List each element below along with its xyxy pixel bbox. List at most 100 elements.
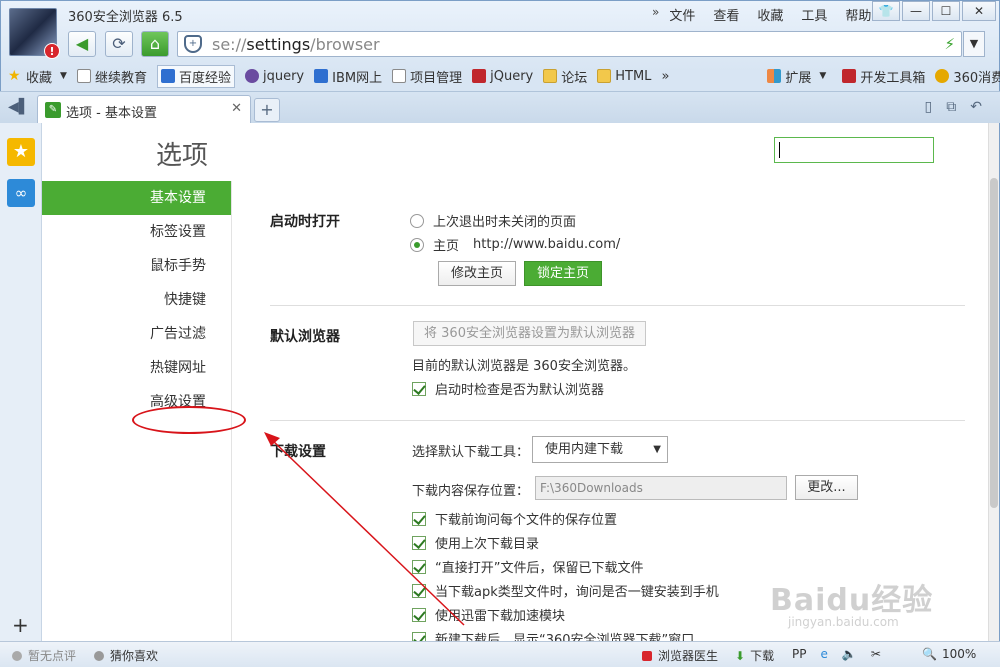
download-path-label: 下载内容保存位置： [412,484,530,499]
watermark-brand: Baidu经验 [770,583,934,618]
settings-panel: 启动时打开 上次退出时未关闭的页面 主页 http://www.baidu.com… [232,181,978,641]
menu-more-icon[interactable]: » [652,5,659,24]
radio-circle[interactable] [410,213,424,228]
checkbox[interactable] [412,583,426,598]
back-button[interactable]: ◀ [68,31,96,57]
default-browser-status: 目前的默认浏览器是 360安全浏览器。 [412,359,636,374]
check-show-download-window[interactable]: 新建下载后，显示“360安全浏览器下载”窗口 [412,629,694,641]
refresh-button[interactable]: ⟳ [105,31,133,57]
nav-tab-settings[interactable]: 标签设置 [42,215,231,249]
sidebar-toggle-icon[interactable]: ◀▌ [8,99,30,115]
ie-icon[interactable]: e [820,647,827,661]
screenshot-icon[interactable]: ✂ [871,647,881,661]
page-title: 选项 [156,141,209,171]
add-sidebar-icon[interactable]: + [12,613,29,637]
rating-status[interactable]: 暂无点评 [12,647,76,664]
status-bar: 暂无点评 猜你喜欢 浏览器医生 ⬇ 下载 PP e 🔈 ✂ 🔍 100% [0,641,1000,667]
bookmark-item[interactable]: 项目管理 [392,67,462,86]
nav-basic-settings[interactable]: 基本设置 [42,181,231,215]
menu-file[interactable]: 文件 [669,5,695,24]
new-tab-button[interactable]: + [254,98,280,122]
guess-you-like[interactable]: 猜你喜欢 [94,647,158,664]
star-icon: ★ [8,68,21,84]
download-tool-select[interactable]: 使用内建下载 ▼ [532,436,668,463]
download-arrow-icon: ⬇ [735,648,746,663]
menu-tools[interactable]: 工具 [801,5,827,24]
change-path-button[interactable]: 更改... [795,475,858,500]
scrollbar[interactable] [988,123,999,641]
new-window-icon[interactable]: ⧉ [946,99,956,115]
download-path-field[interactable]: F:\360Downloads [535,476,787,500]
favorites-star-icon[interactable]: ★ [7,138,35,166]
checkbox[interactable] [412,631,426,641]
home-button[interactable]: ⌂ [141,31,169,57]
mobile-icon[interactable]: ▯ [925,99,933,115]
checkbox[interactable] [412,607,426,622]
nav-ad-filter[interactable]: 广告过滤 [42,317,231,351]
nav-hotkey-urls[interactable]: 热键网址 [42,351,231,385]
pp-icon[interactable]: PP [792,647,806,661]
jquery-icon [472,69,487,83]
bookmark-item[interactable]: jQuery [472,69,533,84]
nav-mouse-gestures[interactable]: 鼠标手势 [42,249,231,283]
minimize-button[interactable]: — [902,1,930,21]
download-manager-button[interactable]: ⬇ 下载 [735,647,774,664]
user-avatar[interactable]: ! [9,8,60,59]
undo-close-icon[interactable]: ↶ [970,99,982,115]
devtools-button[interactable]: 开发工具箱 [842,67,925,86]
maximize-button[interactable]: ☐ [932,1,960,21]
bookmark-item[interactable]: jquery [244,69,304,84]
check-ask-save-location[interactable]: 下载前询问每个文件的保存位置 [412,509,617,528]
baidu-paw-icon [160,69,175,83]
zoom-control[interactable]: 🔍 100% [922,647,976,661]
menu-help[interactable]: 帮助 [845,5,871,24]
checkbox[interactable] [412,559,426,574]
download-title: 下载设置 [270,444,326,460]
scrollbar-thumb[interactable] [990,178,998,508]
skin-icon[interactable]: 👕 [872,1,900,21]
consumer-guard-button[interactable]: 360消费者卫 [935,67,1000,86]
address-bar[interactable]: + se://settings/browser ⚡ [177,31,962,57]
menu-favorites[interactable]: 收藏 [757,5,783,24]
bookmarks-overflow-icon[interactable]: » [661,69,669,84]
set-default-browser-button[interactable]: 将 360安全浏览器设置为默认浏览器 [413,321,646,346]
check-xunlei-accel[interactable]: 使用迅雷下载加速模块 [412,605,565,624]
close-tab-icon[interactable]: ✕ [231,101,242,116]
extensions-menu[interactable]: 扩展 ▼ [767,67,826,86]
bookmark-item[interactable]: 百度经验 [156,64,235,88]
tab-options-basic[interactable]: ✎ 选项 - 基本设置 ✕ [37,95,251,124]
speed-mode-icon[interactable]: ⚡ [944,35,955,53]
startup-last-session-radio[interactable]: 上次退出时未关闭的页面 [410,211,576,230]
favorites-menu[interactable]: ★ 收藏 ▼ [8,67,67,86]
startup-title: 启动时打开 [270,214,340,230]
nav-shortcuts[interactable]: 快捷键 [42,283,231,317]
radio-circle[interactable] [410,237,424,252]
lock-homepage-button[interactable]: 锁定主页 [524,261,602,286]
menu-view[interactable]: 查看 [713,5,739,24]
settings-search-input[interactable] [774,137,934,163]
cloud-sync-icon[interactable]: ∞ [7,179,35,207]
address-dropdown-button[interactable]: ▼ [963,31,985,57]
checkbox[interactable] [412,381,426,396]
browser-doctor-button[interactable]: 浏览器医生 [642,647,718,664]
startup-homepage-radio[interactable]: 主页 http://www.baidu.com/ [410,235,620,254]
check-use-last-dir[interactable]: 使用上次下载目录 [412,533,539,552]
baidu-watermark: Baidu经验 jingyan.baidu.com [770,575,933,629]
check-apk-install[interactable]: 当下载apk类型文件时，询问是否一键安装到手机 [412,581,719,600]
modify-homepage-button[interactable]: 修改主页 [438,261,516,286]
bookmark-folder[interactable]: 论坛 [543,67,587,86]
check-keep-opened-file[interactable]: “直接打开”文件后，保留已下载文件 [412,557,643,576]
url-text[interactable]: se://settings/browser [212,35,380,54]
menu-bar: » 文件 查看 收藏 工具 帮助 [652,5,889,24]
bookmark-folder[interactable]: HTML [597,69,651,84]
checkbox[interactable] [412,511,426,526]
check-default-on-start[interactable]: 启动时检查是否为默认浏览器 [412,379,604,398]
close-window-button[interactable]: ✕ [962,1,996,21]
wrench-icon: ✎ [45,102,61,118]
bookmark-item[interactable]: 继续教育 [76,67,147,86]
security-shield-icon[interactable]: + [184,35,202,53]
checkbox[interactable] [412,535,426,550]
volume-icon[interactable]: 🔈 [842,647,857,661]
bookmark-item[interactable]: IBM网上 [314,67,382,86]
folder-icon [597,69,612,83]
